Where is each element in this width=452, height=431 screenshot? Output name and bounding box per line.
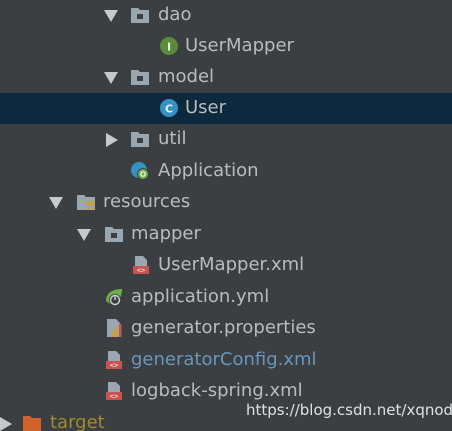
xml-file-icon: <>	[104, 381, 124, 401]
tree-node-label: mapper	[131, 223, 201, 244]
resources-folder-icon	[76, 192, 96, 212]
class-icon: C	[159, 98, 179, 118]
folder-icon	[130, 5, 150, 25]
tree-node-model[interactable]: model	[0, 62, 452, 93]
spring-boot-class-icon	[130, 161, 150, 181]
tree-node-dao[interactable]: dao	[0, 0, 452, 31]
tree-node-mapper[interactable]: mapper	[0, 219, 452, 250]
collapse-arrow-icon[interactable]	[0, 417, 12, 431]
tree-node-label: util	[158, 128, 187, 149]
tree-node-label: model	[158, 66, 215, 87]
tree-node-application[interactable]: Application	[0, 156, 452, 187]
svg-text:<>: <>	[110, 362, 118, 370]
interface-badge: I	[167, 41, 171, 54]
expand-arrow-icon[interactable]	[77, 229, 91, 241]
properties-file-icon	[104, 318, 124, 338]
tree-node-label: application.yml	[131, 286, 270, 307]
xml-file-icon: <>	[131, 255, 151, 275]
expand-arrow-icon[interactable]	[49, 197, 63, 209]
tree-node-label: target	[50, 412, 105, 431]
tree-node-label: UserMapper.xml	[158, 254, 305, 275]
xml-file-icon: <>	[104, 350, 124, 370]
class-badge: C	[165, 103, 173, 116]
tree-node-label: dao	[158, 4, 192, 25]
watermark: https://blog.csdn.net/xqnode	[246, 401, 452, 419]
tree-node-label: User	[185, 97, 227, 118]
tree-node-usermapper-xml[interactable]: <> UserMapper.xml	[0, 250, 452, 281]
svg-text:<>: <>	[137, 267, 145, 275]
folder-icon	[104, 224, 124, 244]
tree-node-generator-properties[interactable]: generator.properties	[0, 313, 452, 344]
tree-node-application-yml[interactable]: application.yml	[0, 282, 452, 313]
collapse-arrow-icon[interactable]	[106, 133, 118, 147]
tree-node-label: generator.properties	[131, 317, 316, 338]
tree-node-util[interactable]: util	[0, 124, 452, 155]
tree-node-label: resources	[103, 191, 191, 212]
project-tree: dao I UserMapper model C User util Appli…	[0, 0, 452, 431]
tree-node-user-class[interactable]: C User	[0, 93, 452, 124]
interface-icon: I	[159, 36, 179, 56]
tree-node-label: Application	[158, 160, 259, 181]
tree-node-label: logback-spring.xml	[131, 380, 303, 401]
tree-node-generator-config[interactable]: <> generatorConfig.xml	[0, 345, 452, 376]
folder-icon	[130, 67, 150, 87]
tree-node-resources[interactable]: resources	[0, 187, 452, 218]
spring-yml-icon	[104, 287, 124, 307]
excluded-folder-icon	[22, 413, 42, 431]
tree-node-label: UserMapper	[185, 35, 294, 56]
folder-icon	[130, 129, 150, 149]
tree-node-label: generatorConfig.xml	[131, 349, 317, 370]
expand-arrow-icon[interactable]	[104, 10, 118, 22]
tree-node-usermapper-interface[interactable]: I UserMapper	[0, 31, 452, 62]
svg-text:<>: <>	[110, 393, 118, 401]
expand-arrow-icon[interactable]	[104, 72, 118, 84]
